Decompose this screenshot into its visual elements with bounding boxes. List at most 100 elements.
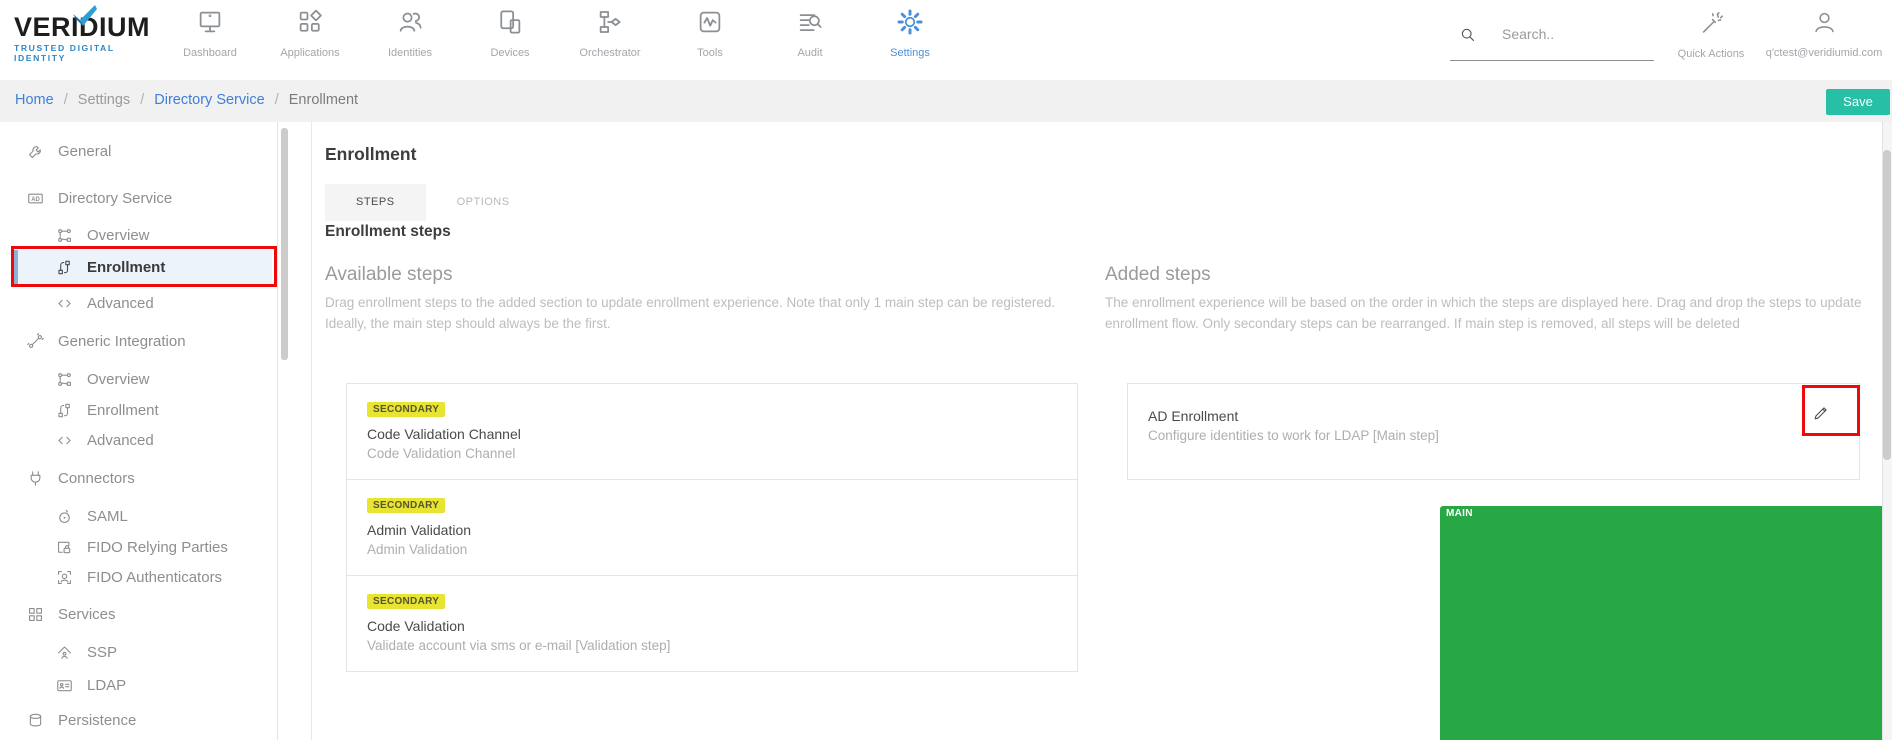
added-steps-description: The enrollment experience will be based … (1105, 292, 1867, 334)
sidebar-scrollbar[interactable] (281, 128, 288, 360)
search-input[interactable]: Search.. (1450, 18, 1654, 61)
settings-sidebar: General AD Directory Service Overview En… (0, 122, 278, 740)
code-icon (55, 431, 74, 450)
sidebar-item-ldap[interactable]: LDAP (0, 670, 278, 700)
sidebar-item-ds-overview[interactable]: Overview (0, 220, 278, 250)
secondary-badge: SECONDARY (367, 402, 445, 417)
plug-icon (26, 469, 45, 488)
sidebar-item-persistence[interactable]: Persistence (0, 705, 278, 735)
tab-bar: STEPS OPTIONS (325, 184, 541, 221)
quick-actions-button[interactable]: Quick Actions (1666, 10, 1756, 60)
magic-wand-icon (1698, 10, 1725, 37)
top-navigation: Dashboard Applications Identities Device… (160, 7, 960, 59)
main-content: Enrollment STEPS OPTIONS Enrollment step… (312, 122, 1882, 740)
tab-steps[interactable]: STEPS (325, 184, 426, 221)
sidebar-item-connectors[interactable]: Connectors (0, 463, 278, 493)
steps-flow-icon (55, 258, 74, 277)
breadcrumb-home[interactable]: Home (15, 92, 54, 108)
breadcrumb-bar: Home / Settings / Directory Service / En… (0, 80, 1892, 122)
search-icon (1458, 25, 1477, 44)
breadcrumb-directory-service[interactable]: Directory Service (154, 92, 264, 108)
available-steps-title: Available steps (325, 264, 1067, 286)
sidebar-item-ds-advanced[interactable]: Advanced (0, 288, 278, 318)
steps-flow-icon (55, 401, 74, 420)
pulse-box-icon (695, 7, 725, 37)
people-icon (395, 7, 425, 37)
nav-item-tools[interactable]: Tools (660, 7, 760, 59)
breadcrumb-settings: Settings (78, 92, 130, 108)
breadcrumb: Home / Settings / Directory Service / En… (15, 92, 364, 108)
added-steps-list: MAIN AD Enrollment Configure identities … (1127, 383, 1860, 480)
database-icon (26, 711, 45, 730)
veridium-logo[interactable]: VERIDIUM TRUSTED DIGITAL IDENTITY (14, 12, 164, 63)
monitor-icon (195, 7, 225, 37)
sidebar-item-gi-overview[interactable]: Overview (0, 364, 278, 394)
logo-tagline: TRUSTED DIGITAL IDENTITY (14, 43, 164, 63)
user-menu[interactable]: q'ctest@veridiumid.com (1760, 9, 1888, 59)
home-person-icon (55, 643, 74, 662)
edit-step-button[interactable] (1805, 397, 1837, 429)
user-icon (1811, 9, 1838, 36)
sidebar-item-fido-relying-parties[interactable]: FIDO Relying Parties (0, 532, 278, 562)
page-title: Enrollment (325, 144, 416, 165)
top-header: VERIDIUM TRUSTED DIGITAL IDENTITY Dashbo… (0, 0, 1892, 80)
sidebar-list: General AD Directory Service Overview En… (0, 136, 278, 735)
face-scan-icon (55, 568, 74, 587)
svg-text:AD: AD (31, 196, 40, 202)
step-card-admin-validation[interactable]: SECONDARY Admin Validation Admin Validat… (346, 479, 1078, 576)
sidebar-item-ssp[interactable]: SSP (0, 637, 278, 667)
sidebar-item-directory-service[interactable]: AD Directory Service (0, 183, 278, 213)
secondary-badge: SECONDARY (367, 594, 445, 609)
breadcrumb-enrollment: Enrollment (289, 92, 358, 108)
sidebar-item-general[interactable]: General (0, 136, 278, 166)
checkmark-icon (71, 5, 97, 27)
nav-item-audit[interactable]: Audit (760, 7, 860, 59)
nav-item-devices[interactable]: Devices (460, 7, 560, 59)
sidebar-item-saml[interactable]: SAML (0, 501, 278, 531)
nav-item-settings[interactable]: Settings (860, 7, 960, 59)
added-steps-title: Added steps (1105, 264, 1867, 286)
ad-box-icon: AD (26, 189, 45, 208)
nodes-icon (55, 226, 74, 245)
step-card-ad-enrollment[interactable]: MAIN AD Enrollment Configure identities … (1127, 383, 1860, 480)
nodes-icon (55, 370, 74, 389)
devices-icon (495, 7, 525, 37)
available-steps-description: Drag enrollment steps to the added secti… (325, 292, 1067, 334)
tab-options[interactable]: OPTIONS (426, 184, 541, 221)
grid-icon (26, 605, 45, 624)
nav-item-orchestrator[interactable]: Orchestrator (560, 7, 660, 59)
step-card-code-validation[interactable]: SECONDARY Code Validation Validate accou… (346, 575, 1078, 672)
main-badge: MAIN (1440, 506, 1892, 740)
nav-item-dashboard[interactable]: Dashboard (160, 7, 260, 59)
save-button[interactable]: Save (1826, 89, 1890, 115)
sidebar-item-ds-enrollment[interactable]: Enrollment (14, 250, 272, 284)
sidebar-item-fido-authenticators[interactable]: FIDO Authenticators (0, 562, 278, 592)
available-steps-header: Available steps Drag enrollment steps to… (325, 264, 1067, 334)
sidebar-item-gi-enrollment[interactable]: Enrollment (0, 395, 278, 425)
user-email: q'ctest@veridiumid.com (1760, 47, 1888, 59)
pencil-icon (1811, 403, 1831, 423)
wrench-icon (26, 142, 45, 161)
link-plug-icon (26, 332, 45, 351)
id-card-icon (55, 676, 74, 695)
apps-grid-icon (295, 7, 325, 37)
gear-icon (895, 7, 925, 37)
circle-dot-icon (55, 507, 74, 526)
veridium-admin-page: VERIDIUM TRUSTED DIGITAL IDENTITY Dashbo… (0, 0, 1892, 740)
code-icon (55, 294, 74, 313)
section-title: Enrollment steps (325, 223, 451, 241)
available-steps-list: SECONDARY Code Validation Channel Code V… (346, 383, 1078, 672)
sidebar-item-generic-integration[interactable]: Generic Integration (0, 326, 278, 356)
secondary-badge: SECONDARY (367, 498, 445, 513)
search-placeholder: Search.. (1502, 26, 1554, 42)
page-scrollbar[interactable] (1883, 150, 1891, 460)
list-search-icon (795, 7, 825, 37)
step-card-code-validation-channel[interactable]: SECONDARY Code Validation Channel Code V… (346, 383, 1078, 480)
sidebar-item-gi-advanced[interactable]: Advanced (0, 425, 278, 455)
added-steps-header: Added steps The enrollment experience wi… (1105, 264, 1867, 334)
nav-item-identities[interactable]: Identities (360, 7, 460, 59)
sidebar-item-services[interactable]: Services (0, 599, 278, 629)
flowchart-icon (595, 7, 625, 37)
screen-lock-icon (55, 538, 74, 557)
nav-item-applications[interactable]: Applications (260, 7, 360, 59)
